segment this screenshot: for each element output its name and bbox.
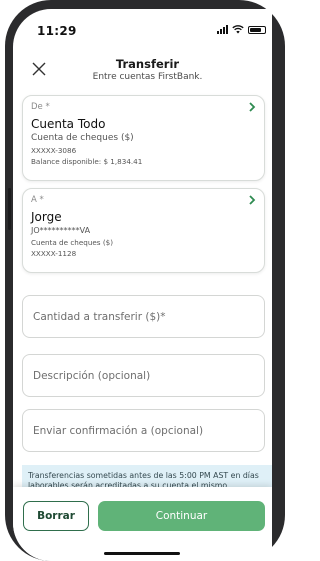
confirmation-input[interactable]: [23, 410, 264, 451]
status-icons: [217, 25, 266, 34]
battery-icon: [248, 25, 266, 34]
chevron-right-icon: [249, 102, 256, 112]
status-time: 11:29: [37, 24, 77, 38]
description-field[interactable]: [22, 354, 265, 397]
wifi-icon: [232, 25, 244, 34]
from-account-name: Cuenta Todo: [31, 117, 106, 131]
home-indicator: [104, 552, 180, 555]
amount-input[interactable]: [23, 296, 264, 337]
from-account-type: Cuenta de cheques ($): [31, 133, 134, 143]
amount-field[interactable]: [22, 295, 265, 338]
from-account-balance: Balance disponible: $ 1,834.41: [31, 157, 143, 166]
confirmation-field[interactable]: [22, 409, 265, 452]
to-account-card[interactable]: A * Jorge JO**********VA Cuenta de chequ…: [22, 188, 265, 273]
description-input[interactable]: [23, 355, 264, 396]
from-account-number: XXXXX-3086: [31, 146, 77, 155]
from-account-card[interactable]: De * Cuenta Todo Cuenta de cheques ($) X…: [22, 95, 265, 181]
to-account-type: Cuenta de cheques ($): [31, 238, 114, 247]
to-account-label: A *: [31, 195, 44, 205]
side-button: [8, 188, 11, 230]
bottom-action-bar: Borrar Continuar: [13, 487, 272, 561]
page-title: Transferir: [115, 57, 180, 71]
to-account-masked-id: JO**********VA: [31, 226, 91, 235]
page-subtitle: Entre cuentas FirstBank.: [92, 72, 203, 82]
phone-screen: 11:29 Transferir Entre cuentas FirstBank…: [13, 9, 272, 561]
signal-icon: [217, 25, 228, 34]
continue-button[interactable]: Continuar: [98, 501, 265, 531]
chevron-right-icon: [249, 195, 256, 205]
to-account-name: Jorge: [31, 210, 62, 224]
clear-button[interactable]: Borrar: [23, 501, 89, 531]
status-bar: 11:29: [13, 9, 272, 43]
from-account-label: De *: [31, 102, 50, 112]
to-account-number: XXXXX-1128: [31, 249, 77, 258]
header: Transferir Entre cuentas FirstBank.: [13, 49, 272, 93]
